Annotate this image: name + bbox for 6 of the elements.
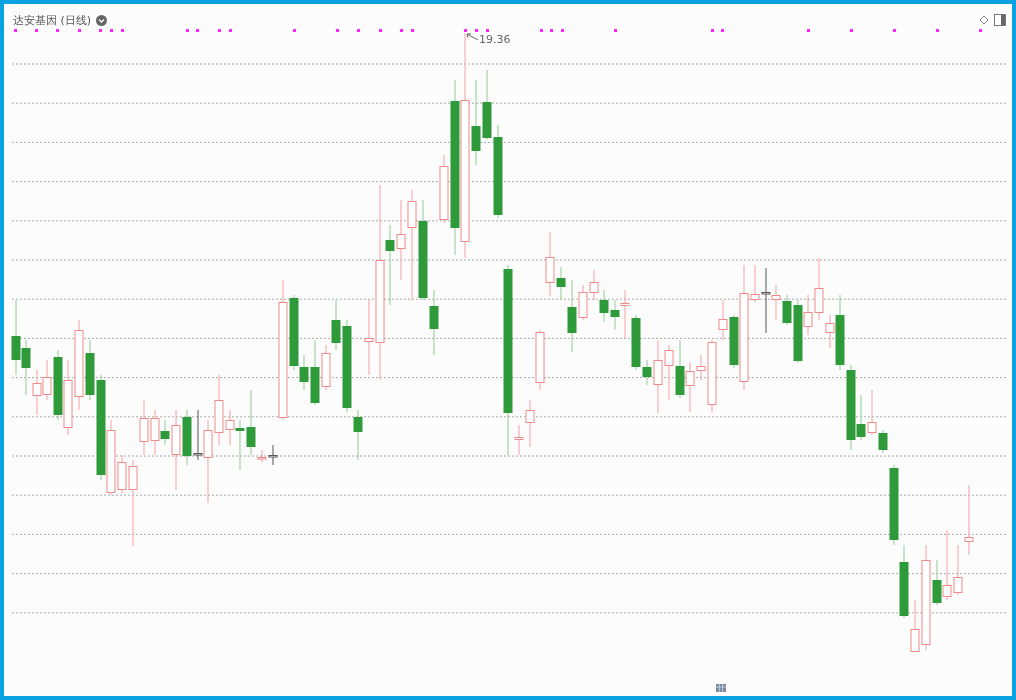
- panel-toggle-icon[interactable]: [994, 14, 1006, 26]
- diamond-icon[interactable]: [979, 15, 989, 25]
- max-price-label: 19.36: [479, 33, 511, 46]
- max-arrow-icon: [466, 33, 479, 41]
- chart-title: 达安基因 (日线): [13, 12, 92, 28]
- dropdown-icon[interactable]: [96, 14, 108, 26]
